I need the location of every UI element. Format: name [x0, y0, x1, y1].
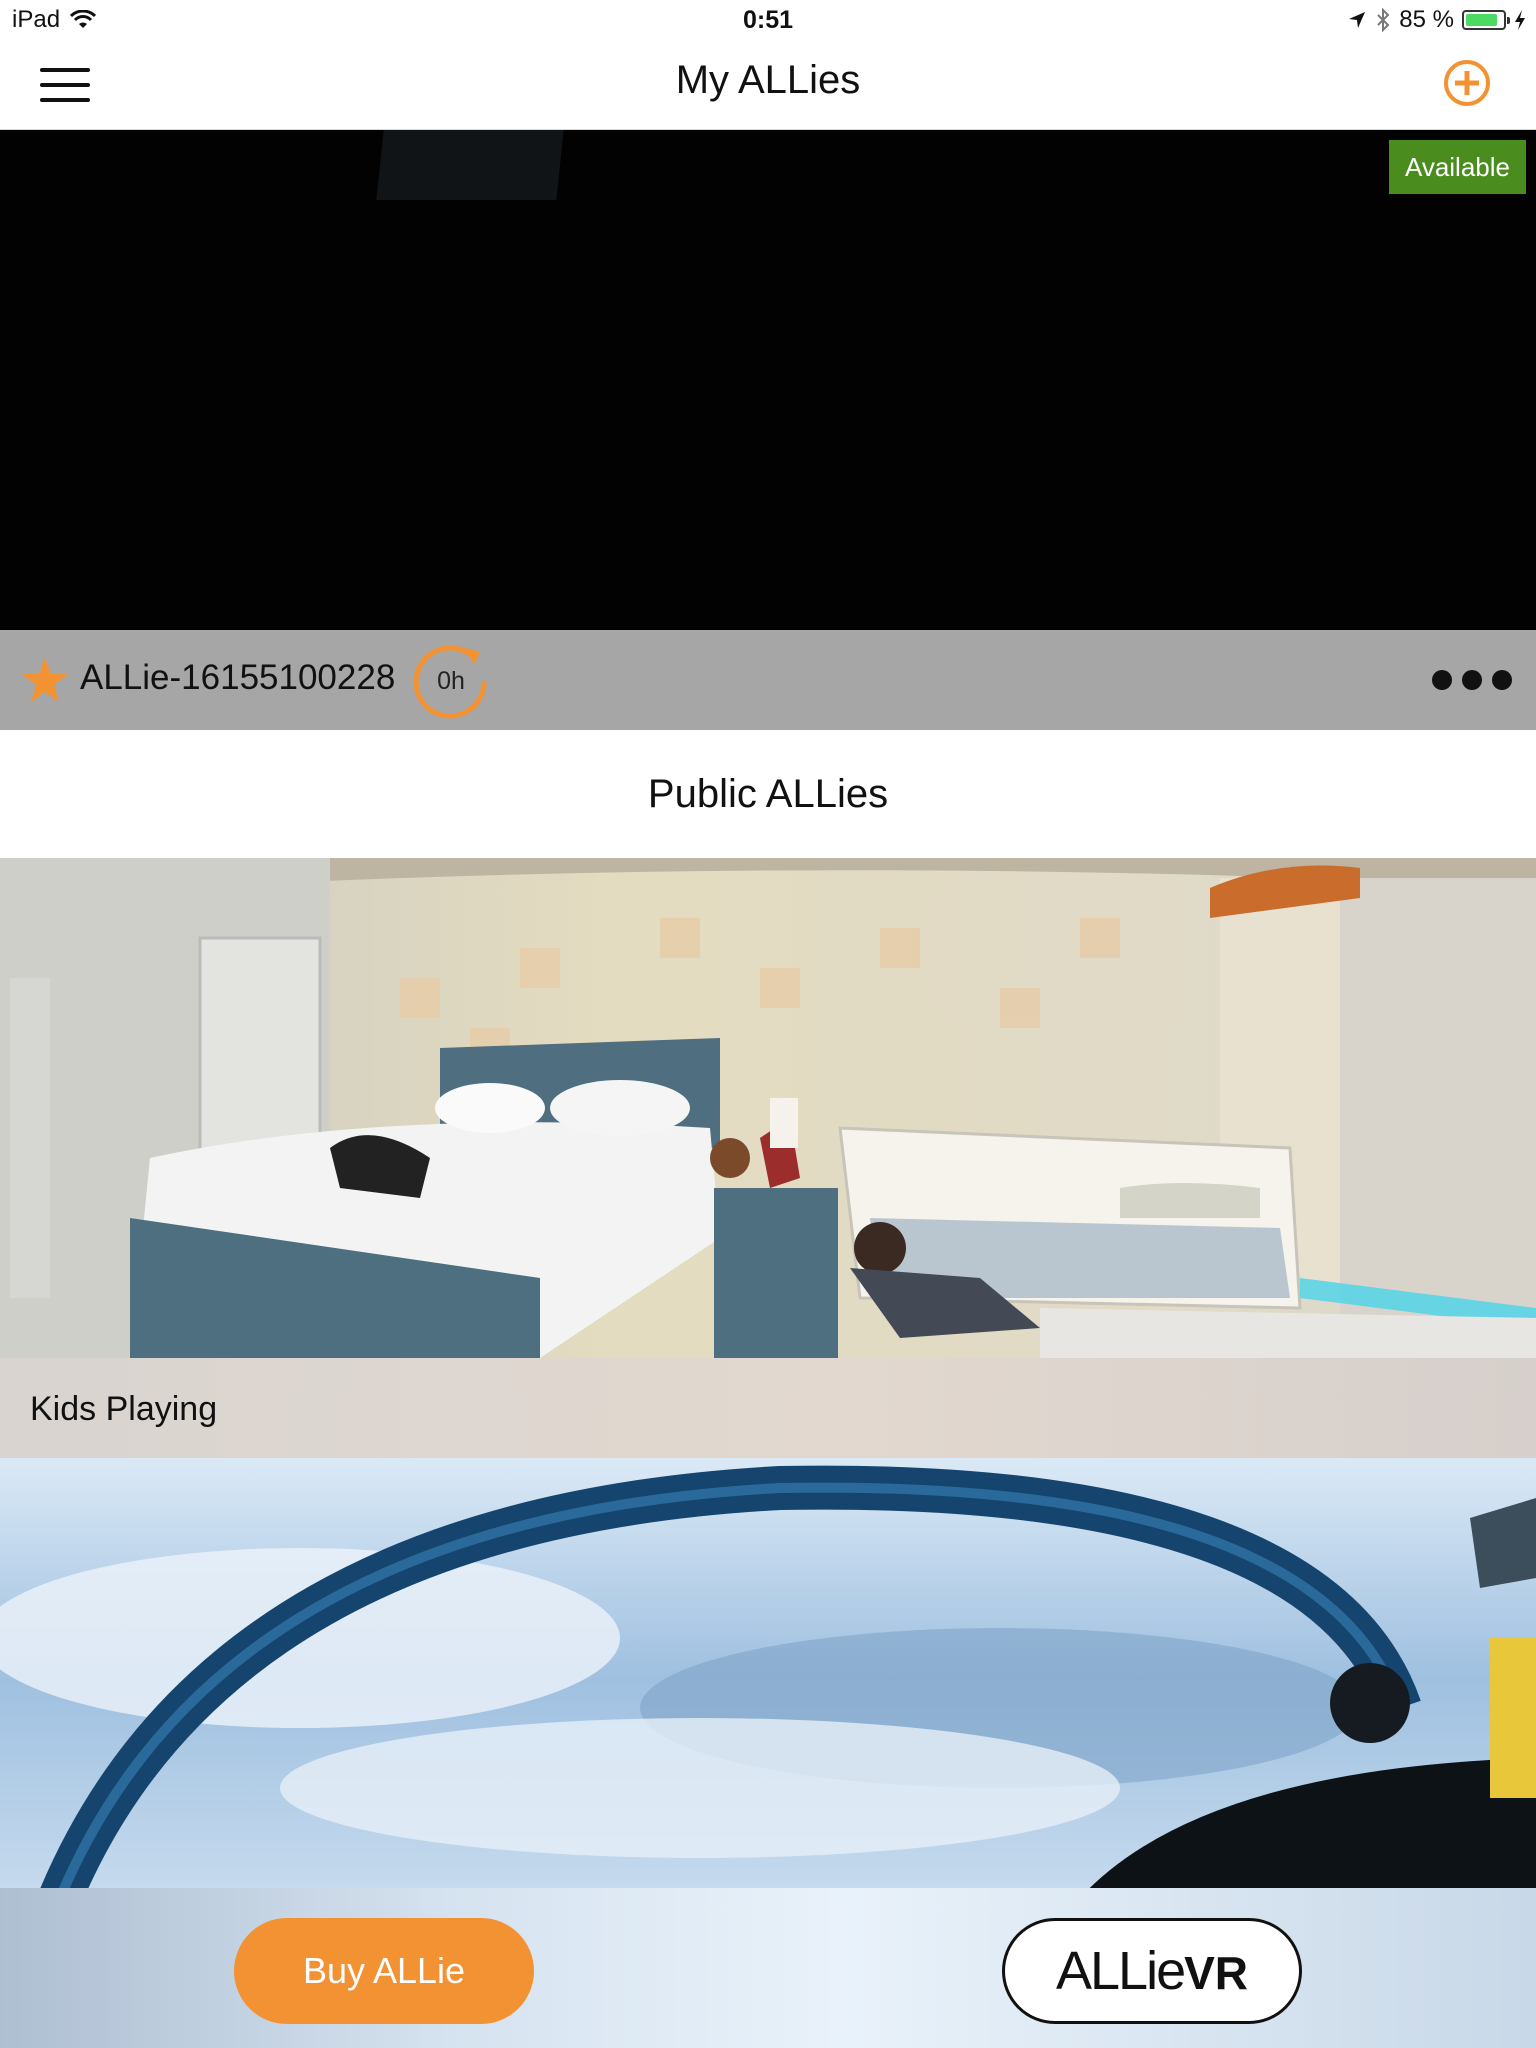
buy-allie-button[interactable]: Buy ALLie — [234, 1918, 534, 2024]
more-dot — [1462, 670, 1482, 690]
feed-dark-scene — [376, 130, 564, 200]
camera-live-feed[interactable]: Available — [0, 130, 1536, 630]
more-options-icon[interactable] — [1432, 660, 1512, 700]
battery-icon — [1462, 10, 1510, 30]
status-time: 0:51 — [742, 6, 794, 34]
status-bar-right: 85 % — [1347, 6, 1526, 34]
public-feed-thumbnail[interactable] — [0, 1458, 1536, 1898]
add-circle-icon[interactable] — [1442, 58, 1492, 108]
status-bar: iPad 0:51 85 % — [0, 0, 1536, 40]
battery-fill — [1466, 14, 1497, 26]
star-icon[interactable] — [20, 656, 70, 706]
public-feed-thumbnail[interactable] — [0, 858, 1536, 1358]
location-arrow-icon — [1349, 12, 1366, 28]
public-feed-caption-bar[interactable]: Kids Playing — [0, 1358, 1536, 1458]
section-title: Public ALLies — [0, 730, 1536, 858]
allie-vr-label-allie: ALLie — [1055, 1941, 1186, 2001]
more-dot — [1432, 670, 1452, 690]
camera-name[interactable]: ALLie-16155100228 — [80, 658, 395, 698]
more-dot — [1492, 670, 1512, 690]
battery-percent: 85 % — [1399, 6, 1454, 33]
allie-vr-label-vr: VR — [1184, 1947, 1249, 1999]
page-title: My ALLies — [675, 58, 861, 102]
charging-bolt-icon — [1515, 10, 1525, 30]
sky-scene-image — [0, 1458, 1536, 1898]
status-badge: Available — [1388, 140, 1526, 194]
allie-vr-button[interactable]: ALLieVR — [1002, 1918, 1302, 2024]
bottom-action-bar: Buy ALLie ALLieVR — [0, 1888, 1536, 2048]
bluetooth-icon — [1377, 8, 1390, 32]
timer-value: 0h — [437, 667, 465, 695]
bedroom-scene-image — [0, 858, 1536, 1358]
public-feed-caption: Kids Playing — [30, 1390, 218, 1428]
nav-bar: My ALLies — [0, 40, 1536, 130]
camera-info-bar: ALLie-16155100228 0h — [0, 630, 1536, 730]
